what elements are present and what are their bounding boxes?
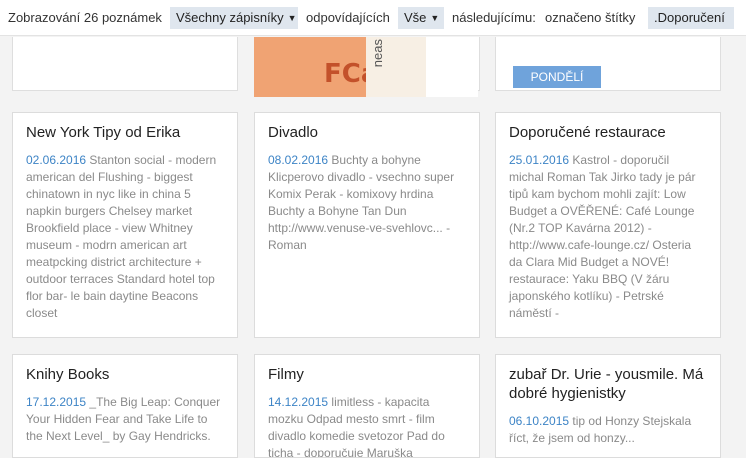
filter-bar: Zobrazování 26 poznámek Všechny zápisník… <box>0 0 746 36</box>
note-card[interactable]: zubař Dr. Urie - yousmile. Má dobré hygi… <box>495 354 721 458</box>
note-title: Divadlo <box>268 124 319 141</box>
note-snippet: 25.01.2016 Kastrol - doporučil michal Ro… <box>509 152 707 322</box>
note-snippet: 17.12.2015 _The Big Leap: Conquer Your H… <box>26 394 224 445</box>
note-text: Stanton social - modern american del Flu… <box>26 153 217 320</box>
note-snippet: 08.02.2016 Buchty a bohyne Klicperovo di… <box>268 152 466 254</box>
note-snippet: 14.12.2015 limitless - kapacita mozku Od… <box>268 394 466 457</box>
note-card[interactable]: Divadlo 08.02.2016 Buchty a bohyne Klicp… <box>254 112 480 338</box>
match-all-dropdown[interactable]: Vše ▼ <box>398 7 444 29</box>
note-card[interactable]: Doporučené restaurace 25.01.2016 Kastrol… <box>495 112 721 338</box>
chevron-down-icon: ▼ <box>430 13 440 23</box>
note-title: New York Tipy od Erika <box>26 124 181 141</box>
note-snippet: 06.10.2015 tip od Honzy Stejskala říct, … <box>509 413 707 447</box>
thumbnail-side-text: neas <box>370 39 385 68</box>
note-title: zubař Dr. Urie - yousmile. Má dobré hygi… <box>509 366 704 402</box>
note-title: Filmy <box>268 366 304 383</box>
notebooks-dropdown[interactable]: Všechny zápisníky ▼ <box>170 7 298 29</box>
notebooks-dropdown-label: Všechny zápisníky <box>176 10 284 25</box>
chevron-down-icon: ▼ <box>287 13 297 23</box>
note-snippet: 02.06.2016 Stanton social - modern ameri… <box>26 152 224 322</box>
note-text: Buchty a bohyne Klicperovo divadlo - vse… <box>268 153 455 252</box>
note-card[interactable]: Filmy 14.12.2015 limitless - kapacita mo… <box>254 354 480 458</box>
note-date: 25.01.2016 <box>509 153 570 167</box>
following-label: následujícímu: <box>452 10 536 25</box>
note-card[interactable]: Knihy Books 17.12.2015 _The Big Leap: Co… <box>12 354 238 458</box>
note-count-label: Zobrazování 26 poznámek <box>8 10 162 25</box>
note-card[interactable]: New York Tipy od Erika 02.06.2016 Stanto… <box>12 112 238 338</box>
note-card-previous[interactable] <box>12 37 238 91</box>
tagged-label: označeno štítky <box>545 10 636 25</box>
note-title: Doporučené restaurace <box>509 124 666 141</box>
match-all-dropdown-label: Vše <box>404 10 427 25</box>
note-thumbnail: FCa neas <box>254 37 478 97</box>
matching-label: odpovídajících <box>306 10 390 25</box>
note-date: 08.02.2016 <box>268 153 329 167</box>
note-date: 06.10.2015 <box>509 414 570 428</box>
tag-chip[interactable]: .Doporučení <box>648 7 734 29</box>
note-text: Kastrol - doporučil michal Roman Tak Jir… <box>509 153 696 320</box>
note-date: 14.12.2015 <box>268 395 329 409</box>
previous-note-button[interactable]: PONDĚLÍ <box>513 66 601 88</box>
note-date: 17.12.2015 <box>26 395 87 409</box>
note-date: 02.06.2016 <box>26 153 87 167</box>
note-title: Knihy Books <box>26 366 110 383</box>
